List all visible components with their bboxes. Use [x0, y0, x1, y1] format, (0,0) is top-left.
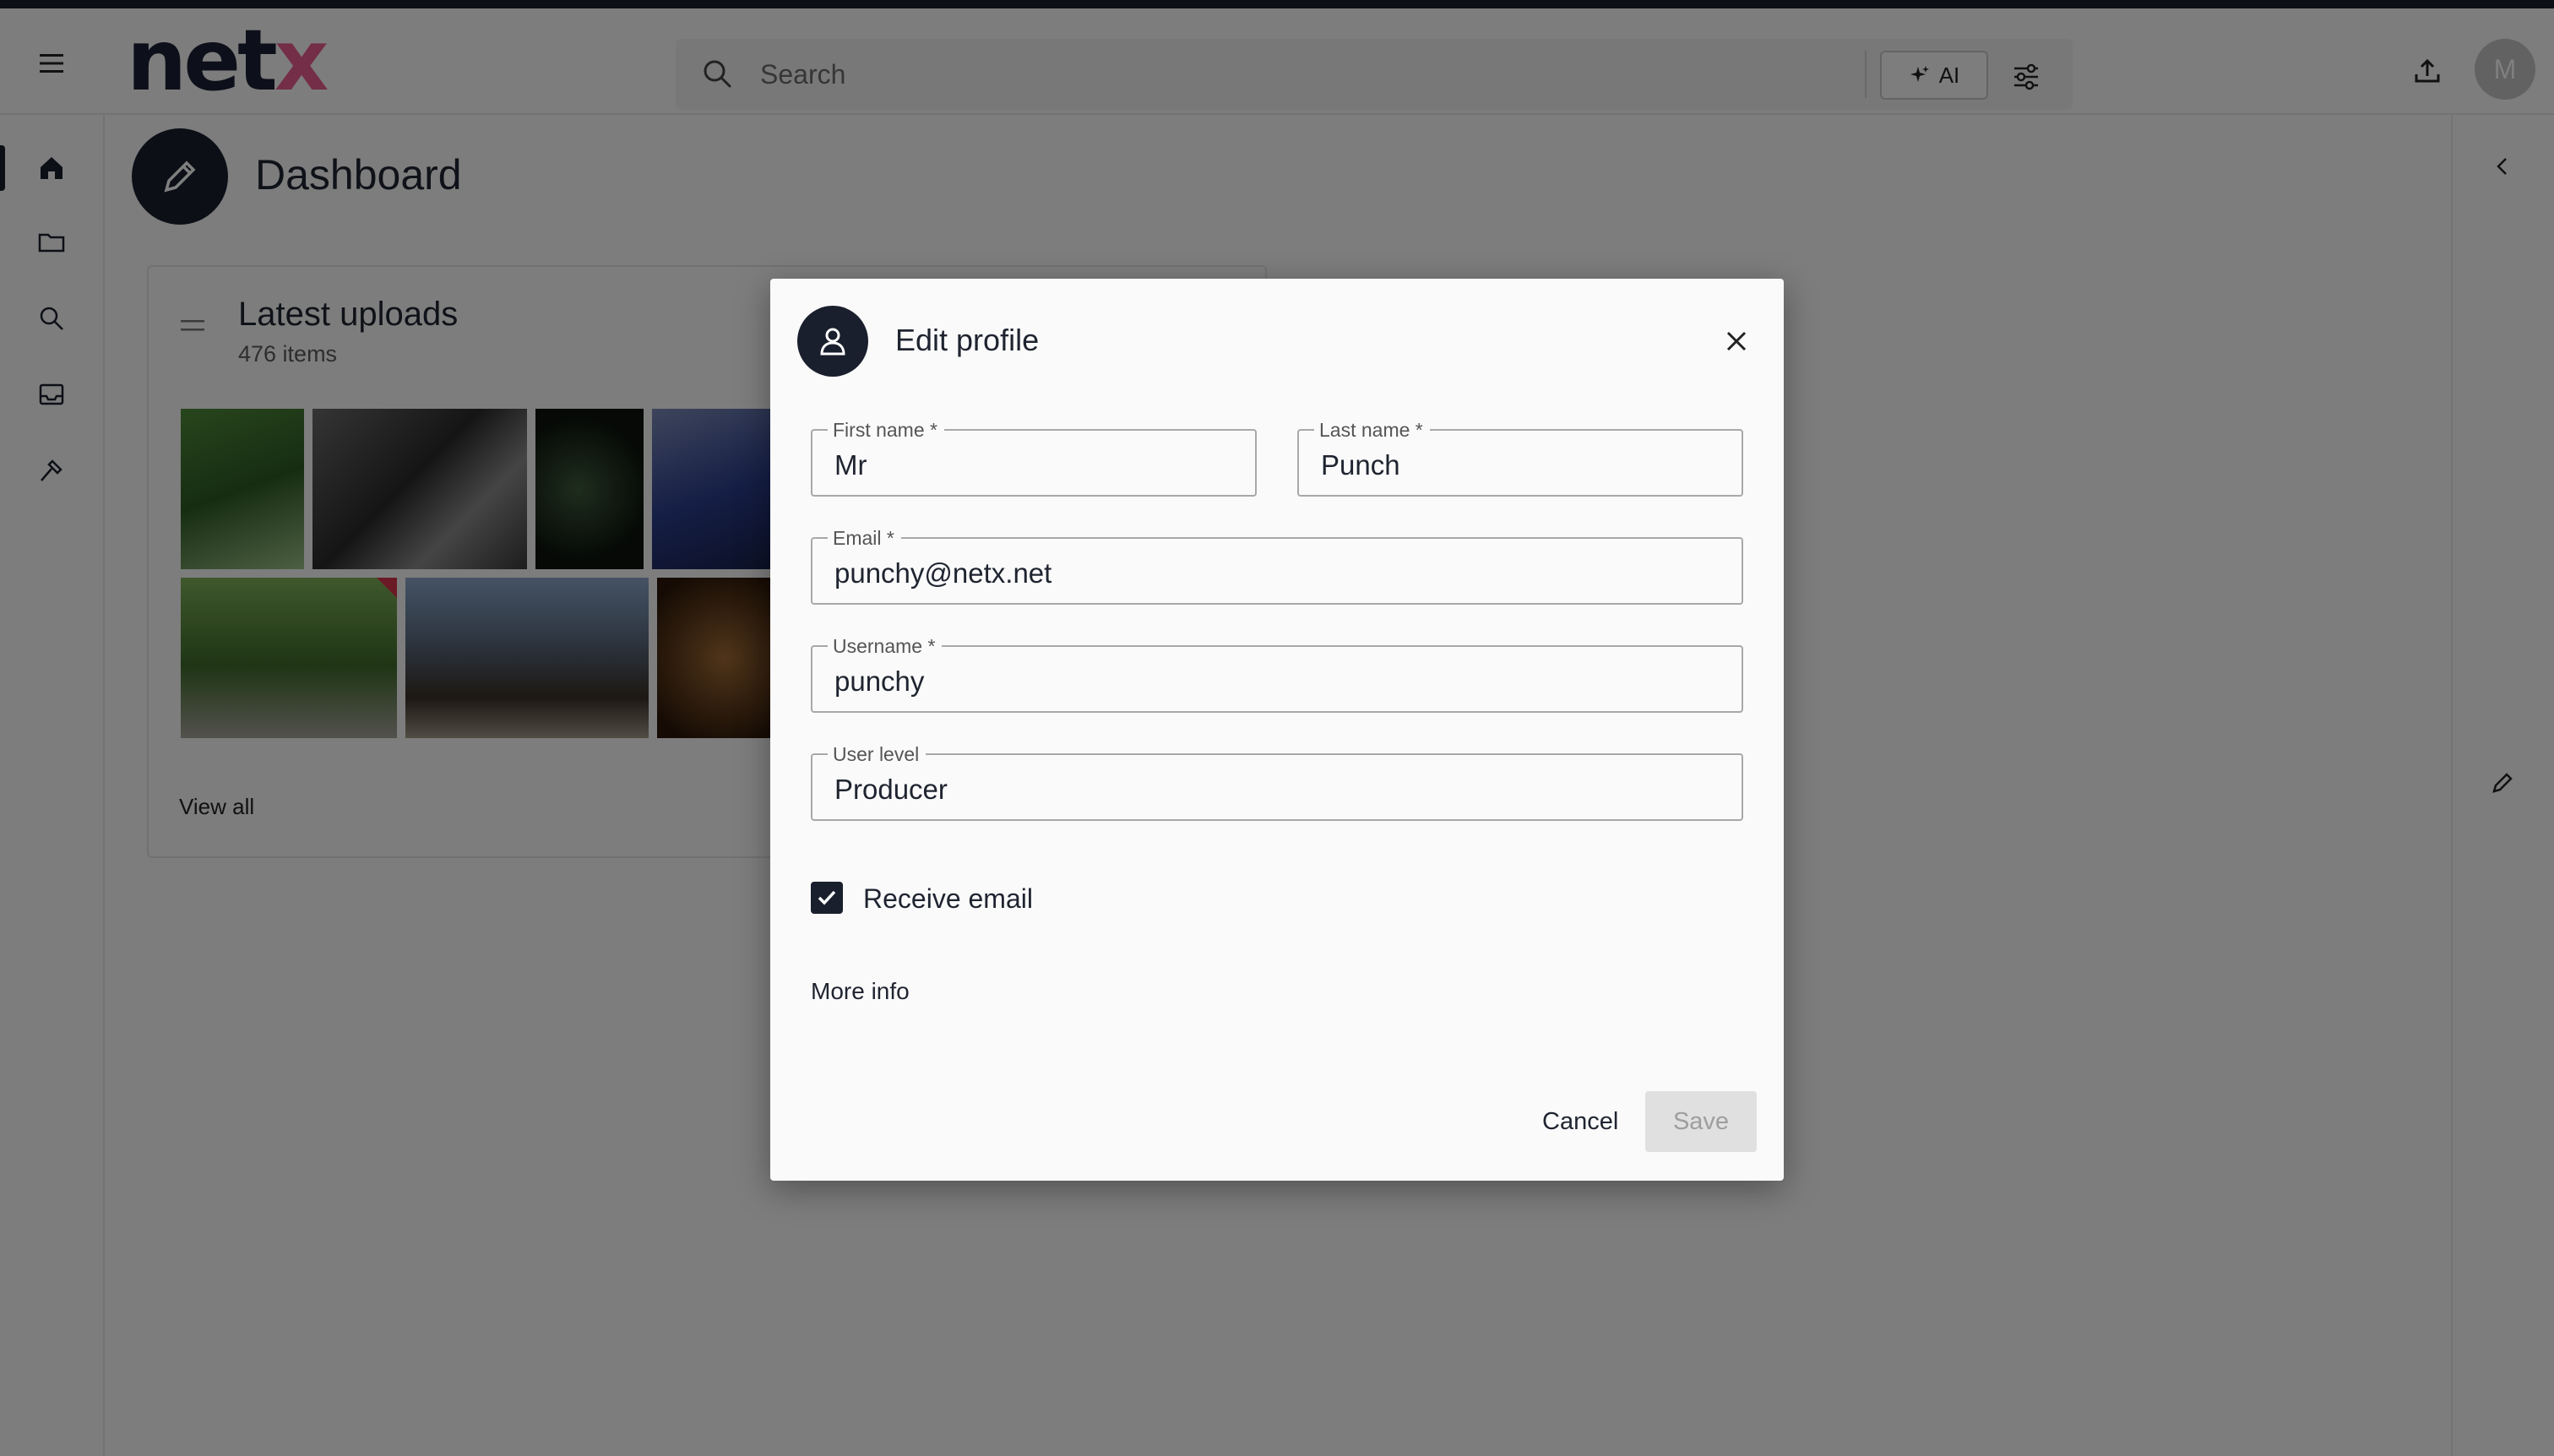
username-value[interactable]: punchy [834, 666, 924, 698]
first-name-field[interactable]: First name * Mr [811, 419, 1257, 497]
email-field[interactable]: Email * punchy@netx.net [811, 527, 1743, 605]
profile-avatar [797, 306, 868, 377]
email-label: Email * [828, 527, 901, 549]
receive-email-checkbox[interactable] [811, 882, 843, 914]
person-icon [820, 328, 845, 356]
last-name-label: Last name * [1314, 419, 1430, 441]
user-level-value[interactable]: Producer [834, 774, 948, 806]
first-name-label: First name * [828, 419, 944, 441]
more-info-link[interactable]: More info [811, 978, 910, 1005]
user-level-label: User level [828, 743, 927, 765]
last-name-value[interactable]: Punch [1321, 449, 1400, 481]
checkmark-icon [818, 890, 836, 905]
close-button[interactable] [1714, 319, 1758, 363]
cancel-button[interactable]: Cancel [1529, 1091, 1632, 1152]
save-button[interactable]: Save [1645, 1091, 1757, 1152]
first-name-value[interactable]: Mr [834, 449, 867, 481]
last-name-field[interactable]: Last name * Punch [1297, 419, 1743, 497]
edit-profile-dialog: Edit profile First name * Mr Last name *… [770, 279, 1784, 1181]
email-value[interactable]: punchy@netx.net [834, 557, 1051, 589]
user-level-field[interactable]: User level Producer [811, 743, 1743, 821]
close-icon [1726, 331, 1747, 351]
username-label: Username * [828, 635, 943, 657]
receive-email-label[interactable]: Receive email [863, 883, 1033, 915]
dialog-title: Edit profile [895, 323, 1040, 357]
username-field[interactable]: Username * punchy [811, 635, 1743, 713]
